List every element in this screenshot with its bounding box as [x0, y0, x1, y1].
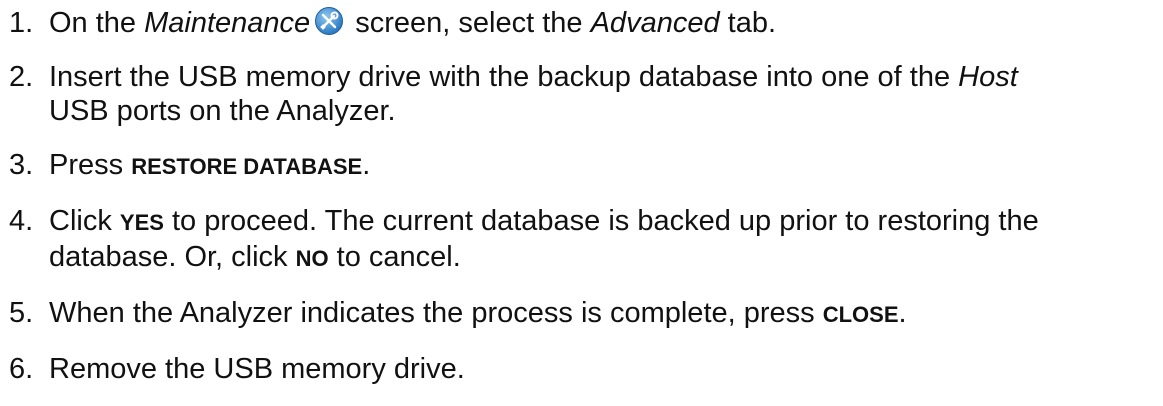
- tab-name: Advanced: [590, 7, 720, 39]
- step-3: 3 Press Restore Database.: [9, 148, 1159, 184]
- step-number: 6: [9, 352, 33, 386]
- restore-database-label: Restore Database: [131, 154, 363, 179]
- step-6: 6 Remove the USB memory drive.: [9, 352, 1159, 386]
- step-text: Press Restore Database.: [49, 149, 371, 181]
- step-text: On the Maintenance screen, select the Ad…: [49, 7, 777, 39]
- maintenance-tools-icon: [315, 7, 344, 35]
- no-label: No: [295, 246, 329, 271]
- step-text: Insert the USB memory drive with the bac…: [49, 61, 1018, 93]
- step-number: 4: [9, 204, 33, 238]
- step-text: When the Analyzer indicates the process …: [49, 297, 907, 329]
- step-number: 1: [9, 6, 33, 40]
- step-text-continued: USB ports on the Analyzer.: [49, 95, 396, 127]
- step-number: 2: [9, 60, 33, 94]
- step-text: Remove the USB memory drive.: [49, 353, 465, 385]
- yes-label: Yes: [119, 210, 164, 235]
- screen-name: Maintenance: [144, 7, 311, 39]
- close-label: Close: [822, 302, 899, 327]
- step-number: 5: [9, 296, 33, 330]
- step-1: 1 On the Maintenance screen, select the …: [9, 6, 1159, 40]
- step-text: Click Yes to proceed. The current databa…: [49, 205, 1039, 237]
- step-4: 4 Click Yes to proceed. The current data…: [9, 204, 1159, 276]
- host-term: Host: [958, 61, 1018, 93]
- step-5: 5 When the Analyzer indicates the proces…: [9, 296, 1159, 332]
- procedure-steps: 1 On the Maintenance screen, select the …: [9, 6, 1159, 406]
- step-text-continued: database. Or, click No to cancel.: [49, 241, 461, 273]
- step-number: 3: [9, 148, 33, 182]
- step-2: 2 Insert the USB memory drive with the b…: [9, 60, 1159, 128]
